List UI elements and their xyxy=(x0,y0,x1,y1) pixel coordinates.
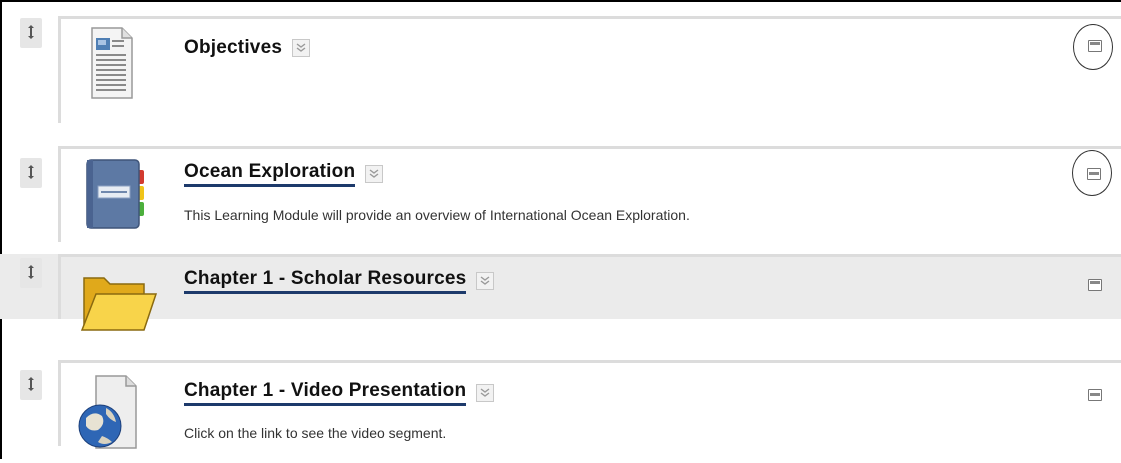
chevron-down-icon[interactable] xyxy=(365,165,384,183)
item-title-link[interactable]: Chapter 1 - Video Presentation xyxy=(184,380,467,406)
maximize-icon[interactable] xyxy=(1088,279,1102,291)
content-item-ocean-exploration: Ocean Exploration This Learning Module w… xyxy=(0,140,1121,247)
item-top-rule xyxy=(58,360,1121,363)
item-top-rule xyxy=(58,146,1121,149)
item-title-ocean-exploration[interactable]: Ocean Exploration xyxy=(184,161,384,187)
item-title-video-presentation[interactable]: Chapter 1 - Video Presentation xyxy=(184,380,495,406)
item-left-rule xyxy=(58,254,61,319)
content-item-objectives: Objectives xyxy=(0,0,1121,140)
item-description: Click on the link to see the video segme… xyxy=(184,425,447,441)
web-link-globe-icon xyxy=(76,374,156,463)
item-title-link[interactable]: Ocean Exploration xyxy=(184,161,356,187)
minimize-icon[interactable] xyxy=(1087,168,1101,180)
item-title-link[interactable]: Chapter 1 - Scholar Resources xyxy=(184,268,467,294)
folder-icon xyxy=(76,272,158,339)
item-description: This Learning Module will provide an ove… xyxy=(184,207,690,223)
item-left-rule xyxy=(58,360,61,446)
minimize-icon[interactable] xyxy=(1088,389,1102,401)
drag-handle-icon[interactable] xyxy=(20,258,42,288)
item-title-objectives: Objectives xyxy=(184,36,311,60)
drag-handle-icon[interactable] xyxy=(20,158,42,188)
item-title-text: Objectives xyxy=(184,37,283,58)
item-left-rule xyxy=(58,146,61,242)
item-top-rule xyxy=(58,254,1121,257)
maximize-icon[interactable] xyxy=(1088,40,1102,52)
chevron-down-icon[interactable] xyxy=(292,39,311,57)
document-icon xyxy=(76,26,142,107)
item-left-rule xyxy=(58,16,61,123)
content-item-scholar-resources: Chapter 1 - Scholar Resources xyxy=(0,254,1121,319)
drag-handle-icon[interactable] xyxy=(20,370,42,400)
content-item-video-presentation: Chapter 1 - Video Presentation Click on … xyxy=(0,360,1121,459)
drag-handle-icon[interactable] xyxy=(20,18,42,48)
chevron-down-icon[interactable] xyxy=(476,384,495,402)
item-title-scholar-resources[interactable]: Chapter 1 - Scholar Resources xyxy=(184,268,495,294)
chevron-down-icon[interactable] xyxy=(476,272,495,290)
item-top-rule xyxy=(58,16,1121,19)
learning-module-book-icon xyxy=(76,156,152,239)
